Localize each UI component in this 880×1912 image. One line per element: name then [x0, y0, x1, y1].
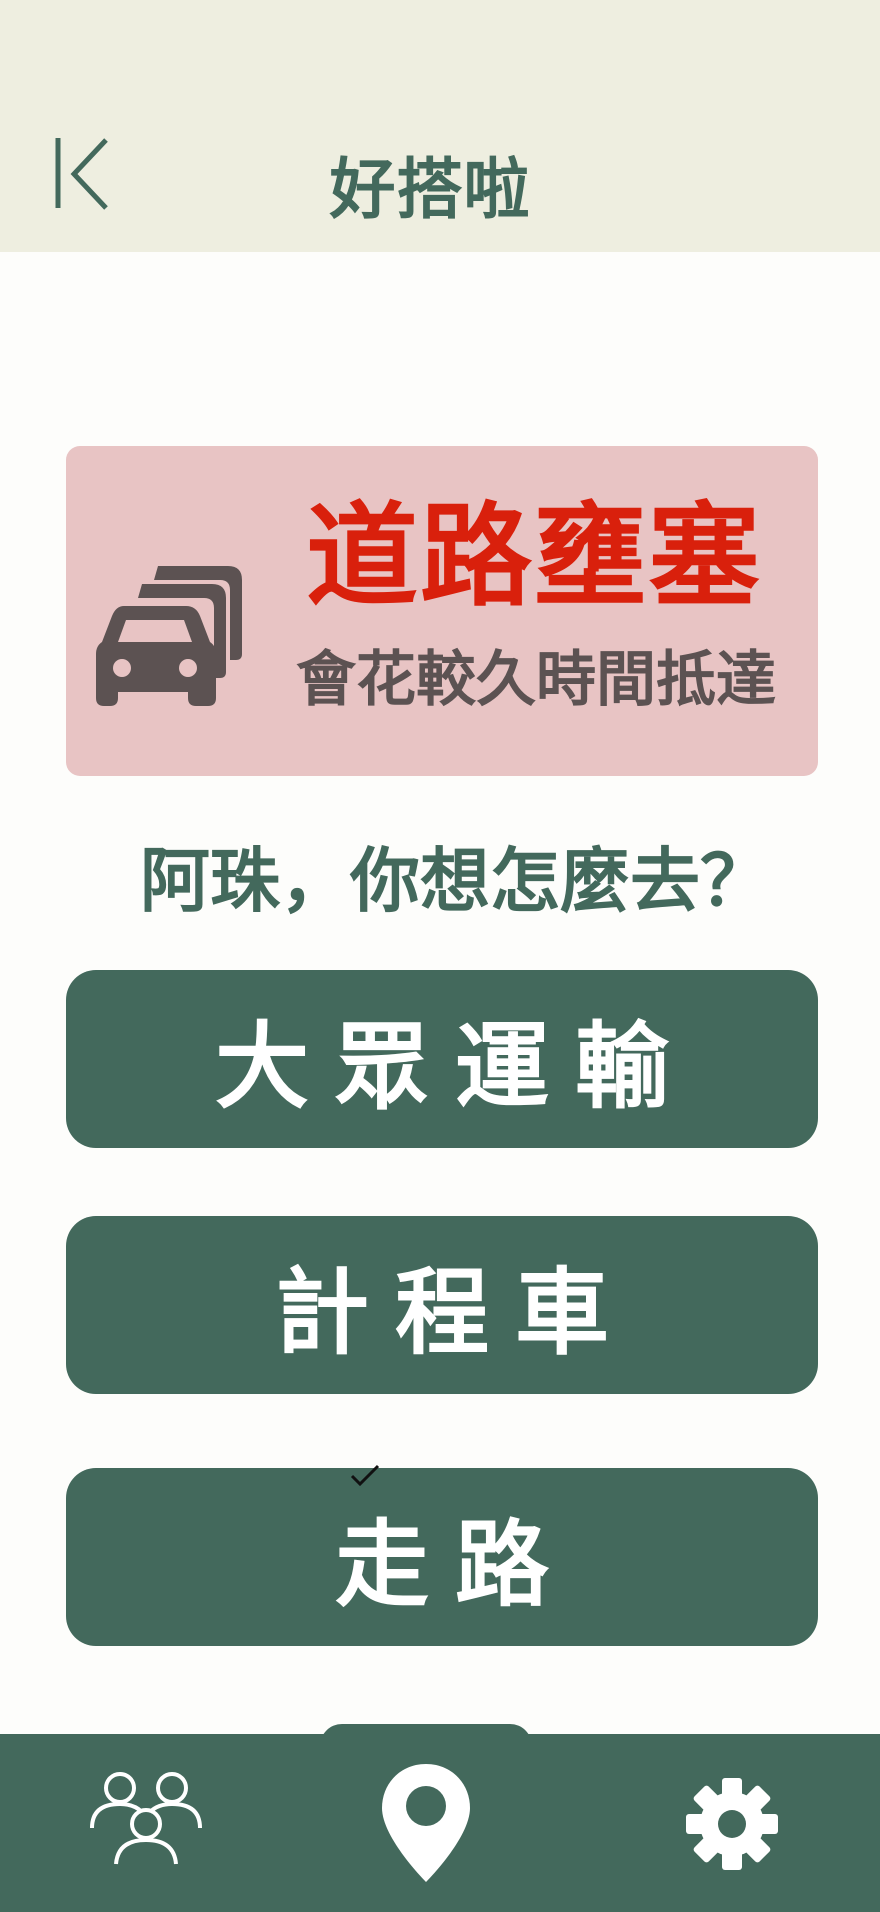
public-transport-button[interactable]: 大眾運輸 [66, 970, 818, 1148]
app-header: 好搭啦 [0, 0, 880, 252]
gear-icon [686, 1778, 778, 1870]
alert-title: 道路壅塞 [306, 492, 762, 622]
traffic-alert-banner: 道路壅塞 會花較久時間抵達 [66, 446, 818, 776]
check-icon [350, 1464, 380, 1487]
alert-subtitle: 會花較久時間抵達 [296, 645, 776, 715]
people-icon [90, 1772, 202, 1865]
walk-button[interactable]: 走路 [66, 1468, 818, 1646]
nav-map-button[interactable] [378, 1762, 474, 1886]
map-pin-icon [382, 1764, 470, 1882]
nav-friends-button[interactable] [88, 1770, 204, 1866]
traffic-jam-car-icon [96, 566, 242, 706]
taxi-label: 計程車 [274, 1259, 635, 1368]
taxi-button[interactable]: 計程車 [66, 1216, 818, 1394]
public-transport-label: 大眾運輸 [214, 1013, 695, 1122]
travel-mode-question: 阿珠，你想怎麼去？ [140, 840, 770, 922]
walk-label: 走路 [334, 1511, 575, 1620]
page-title: 好搭啦 [329, 151, 531, 228]
nav-settings-button[interactable] [684, 1776, 780, 1872]
